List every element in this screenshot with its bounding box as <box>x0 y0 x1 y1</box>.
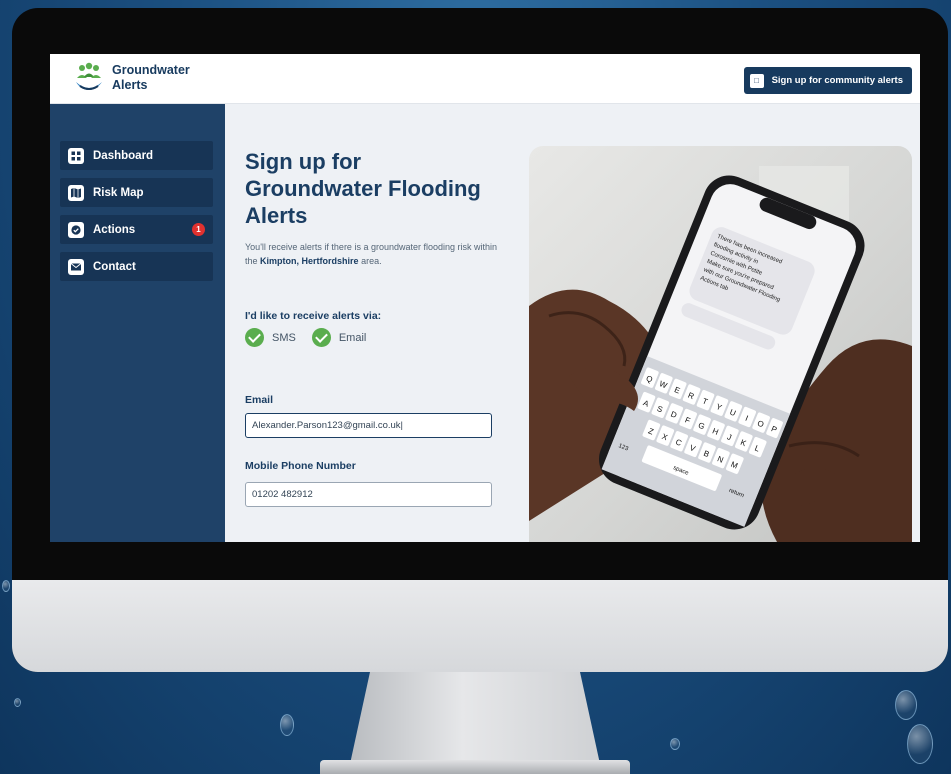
sidebar-item-risk-map[interactable]: Risk Map <box>60 178 213 207</box>
sms-checkbox[interactable]: SMS <box>245 328 296 347</box>
water-droplet-decoration <box>670 738 680 750</box>
sidebar-item-label: Risk Map <box>93 186 144 199</box>
monitor-stand <box>350 672 600 764</box>
app-title: Groundwater Alerts <box>112 63 190 92</box>
hero-photo: There has been increased flooding activi… <box>529 146 912 542</box>
sidebar-nav: Dashboard Risk Map Actions 1 Contact <box>60 141 213 289</box>
community-alerts-label: Sign up for community alerts <box>771 75 903 86</box>
water-droplet-decoration <box>280 714 294 736</box>
water-droplet-decoration <box>2 580 10 592</box>
app-header: Groundwater Alerts □ Sign up for communi… <box>50 54 920 104</box>
monitor-chin <box>12 580 948 672</box>
map-icon <box>68 184 84 201</box>
brand[interactable]: Groundwater Alerts <box>74 62 202 94</box>
monitor-frame: Groundwater Alerts □ Sign up for communi… <box>12 8 948 672</box>
bell-icon: □ <box>749 73 764 88</box>
water-droplet-decoration <box>907 724 933 764</box>
phone-label: Mobile Phone Number <box>245 460 356 472</box>
check-icon <box>68 221 84 238</box>
checkmark-icon <box>311 328 331 347</box>
sidebar-item-actions[interactable]: Actions 1 <box>60 215 213 244</box>
mail-icon <box>68 258 84 275</box>
hands-holding-phone-illustration: There has been increased flooding activi… <box>529 166 912 542</box>
monitor-base <box>320 760 630 774</box>
sidebar-item-contact[interactable]: Contact <box>60 252 213 281</box>
location-name: Kimpton, Hertfordshire <box>260 256 359 266</box>
sidebar-item-label: Contact <box>93 260 136 273</box>
water-droplet-decoration <box>14 698 21 707</box>
sidebar: Dashboard Risk Map Actions 1 Contact <box>50 104 225 542</box>
email-field[interactable]: Alexander.Parson123@gmail.co.uk| <box>245 413 492 438</box>
sms-label: SMS <box>272 331 296 344</box>
email-label: Email <box>245 394 274 406</box>
app-screen: Groundwater Alerts □ Sign up for communi… <box>50 54 920 542</box>
dashboard-icon <box>68 147 84 164</box>
checkmark-icon <box>245 328 264 347</box>
alerts-via-label: I'd like to receive alerts via: <box>245 310 382 322</box>
email-checkbox[interactable]: Email <box>311 328 367 347</box>
phone-field[interactable]: 01202 482912 <box>245 482 492 507</box>
community-alerts-button[interactable]: □ Sign up for community alerts <box>743 67 912 94</box>
logo-icon <box>76 62 102 90</box>
notification-badge: 1 <box>192 223 205 236</box>
water-droplet-decoration <box>895 690 917 720</box>
sidebar-item-label: Actions <box>93 223 136 236</box>
alert-channel-options: SMS Email <box>245 328 366 347</box>
description-suffix: area. <box>361 256 382 266</box>
signup-form: Sign up for Groundwater Flooding Alerts … <box>225 104 513 542</box>
sidebar-item-dashboard[interactable]: Dashboard <box>60 141 213 170</box>
page-title: Sign up for Groundwater Flooding Alerts <box>245 149 481 228</box>
page-description: You'll receive alerts if there is a grou… <box>245 240 505 268</box>
email-option-label: Email <box>338 331 367 344</box>
sidebar-item-label: Dashboard <box>93 149 154 162</box>
